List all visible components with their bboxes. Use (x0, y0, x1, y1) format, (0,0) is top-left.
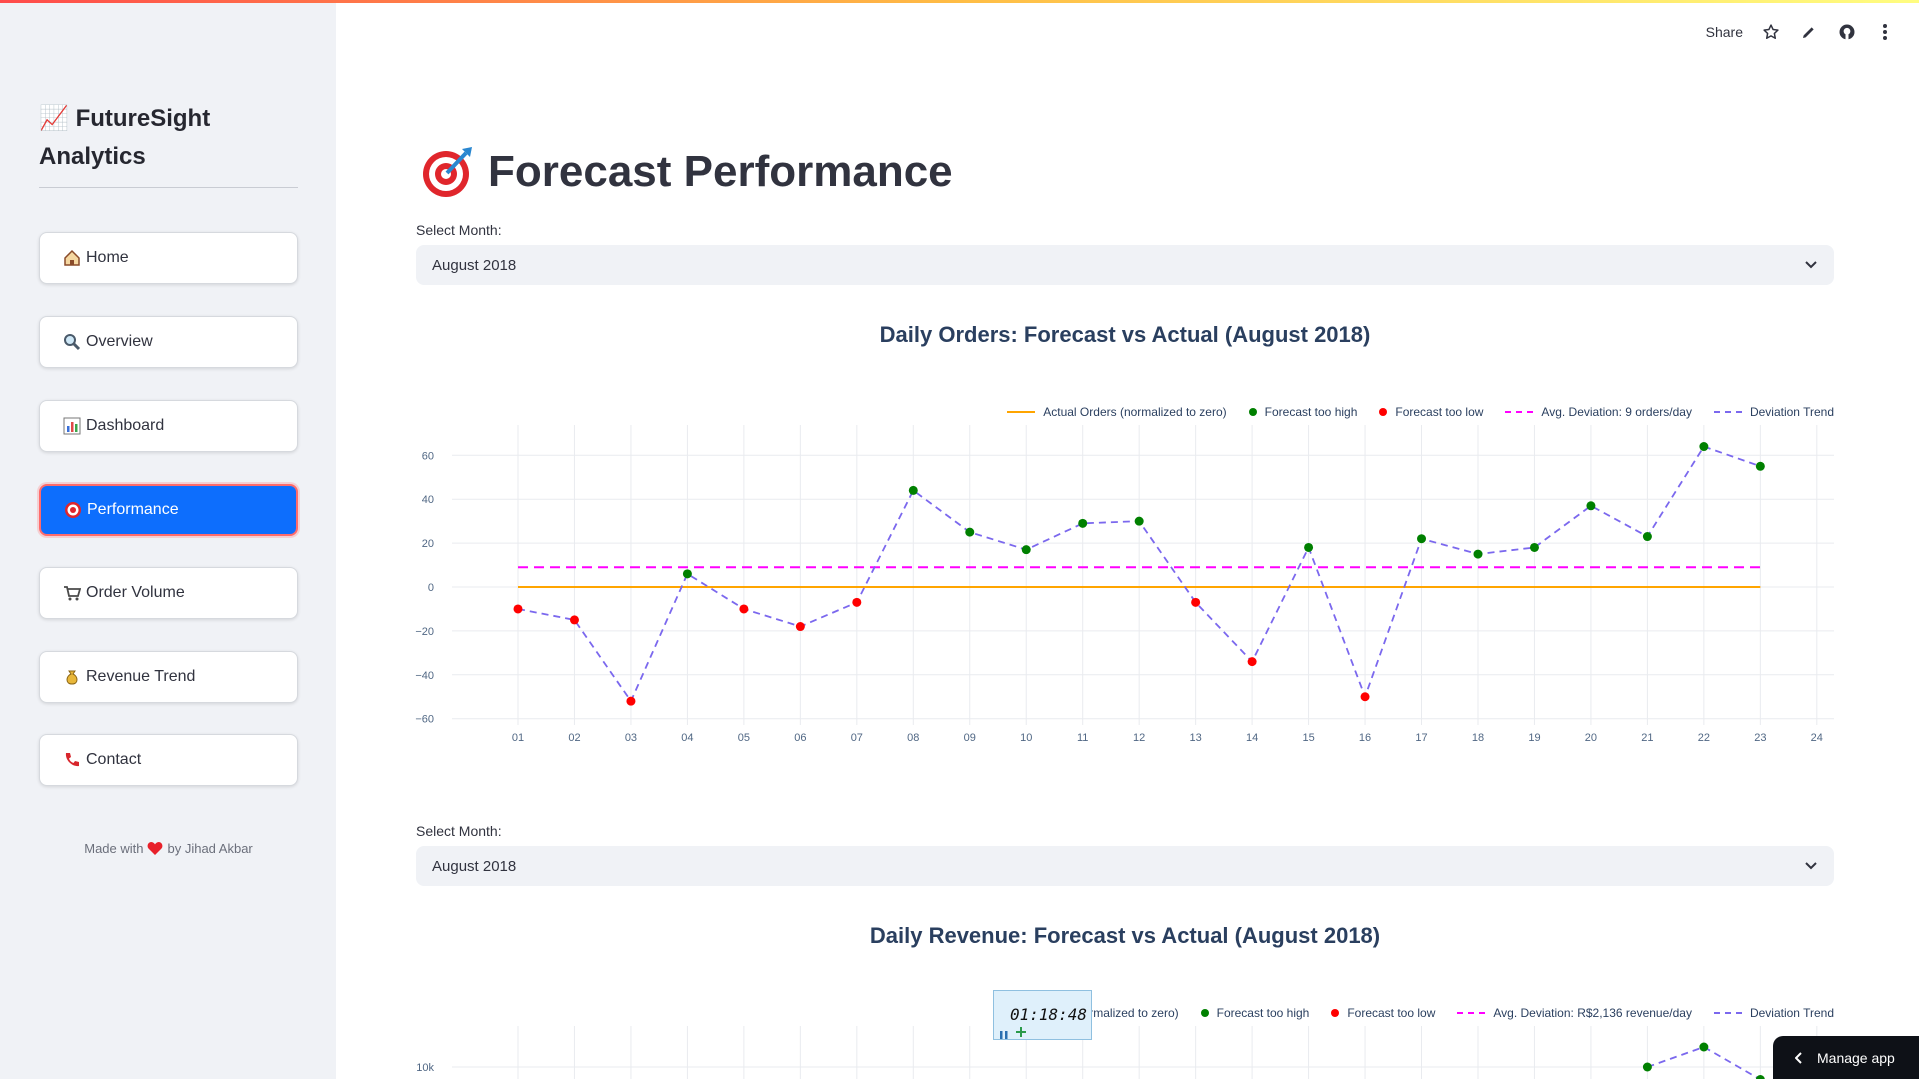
top-accent-bar (0, 0, 1919, 3)
y-tick-label: 10k (416, 1062, 434, 1074)
forecast-too-high-point (1699, 1042, 1709, 1052)
manage-app-label: Manage app (1817, 1049, 1895, 1066)
manage-app-button[interactable]: Manage app (1773, 1036, 1919, 1079)
pause-icon[interactable] (999, 1025, 1009, 1039)
forecast-too-high-point (1755, 1075, 1765, 1079)
forecast-too-high-point (1642, 1062, 1652, 1072)
plus-icon[interactable] (1015, 1023, 1027, 1037)
chevron-left-icon (1795, 1051, 1802, 1064)
revenue-chart[interactable]: 10k (0, 0, 1919, 1079)
recording-timer[interactable]: 01:18:48 (993, 990, 1092, 1040)
timer-text: 01:18:48 (1010, 1005, 1088, 1024)
